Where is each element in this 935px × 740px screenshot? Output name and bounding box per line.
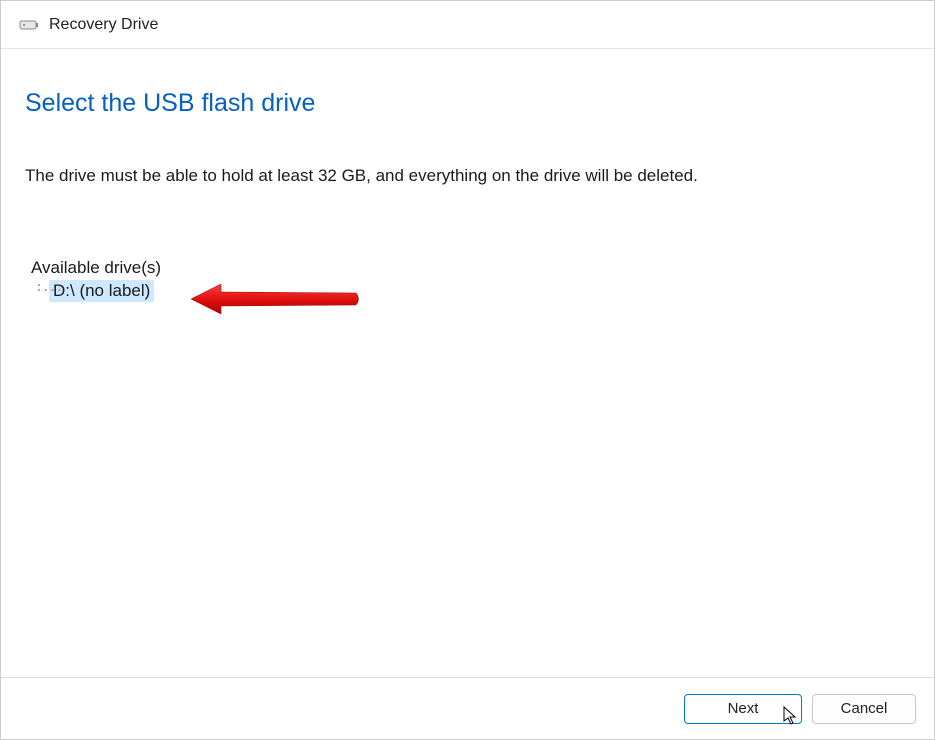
page-heading: Select the USB flash drive — [25, 89, 910, 118]
window-title: Recovery Drive — [49, 16, 158, 34]
tree-connector-icon: :... — [35, 280, 62, 295]
available-drives-section: Available drive(s) :... D:\ (no label) — [25, 258, 910, 302]
drive-item-d[interactable]: D:\ (no label) — [49, 280, 154, 302]
footer-button-bar: Next Cancel — [1, 677, 934, 739]
next-button[interactable]: Next — [684, 694, 802, 724]
drive-tree-row: :... D:\ (no label) — [31, 280, 910, 302]
content-area: Select the USB flash drive The drive mus… — [1, 49, 934, 302]
titlebar: Recovery Drive — [1, 1, 934, 49]
cancel-button[interactable]: Cancel — [812, 694, 916, 724]
page-description: The drive must be able to hold at least … — [25, 166, 910, 186]
available-drives-label: Available drive(s) — [31, 258, 910, 278]
recovery-drive-icon — [19, 18, 39, 32]
